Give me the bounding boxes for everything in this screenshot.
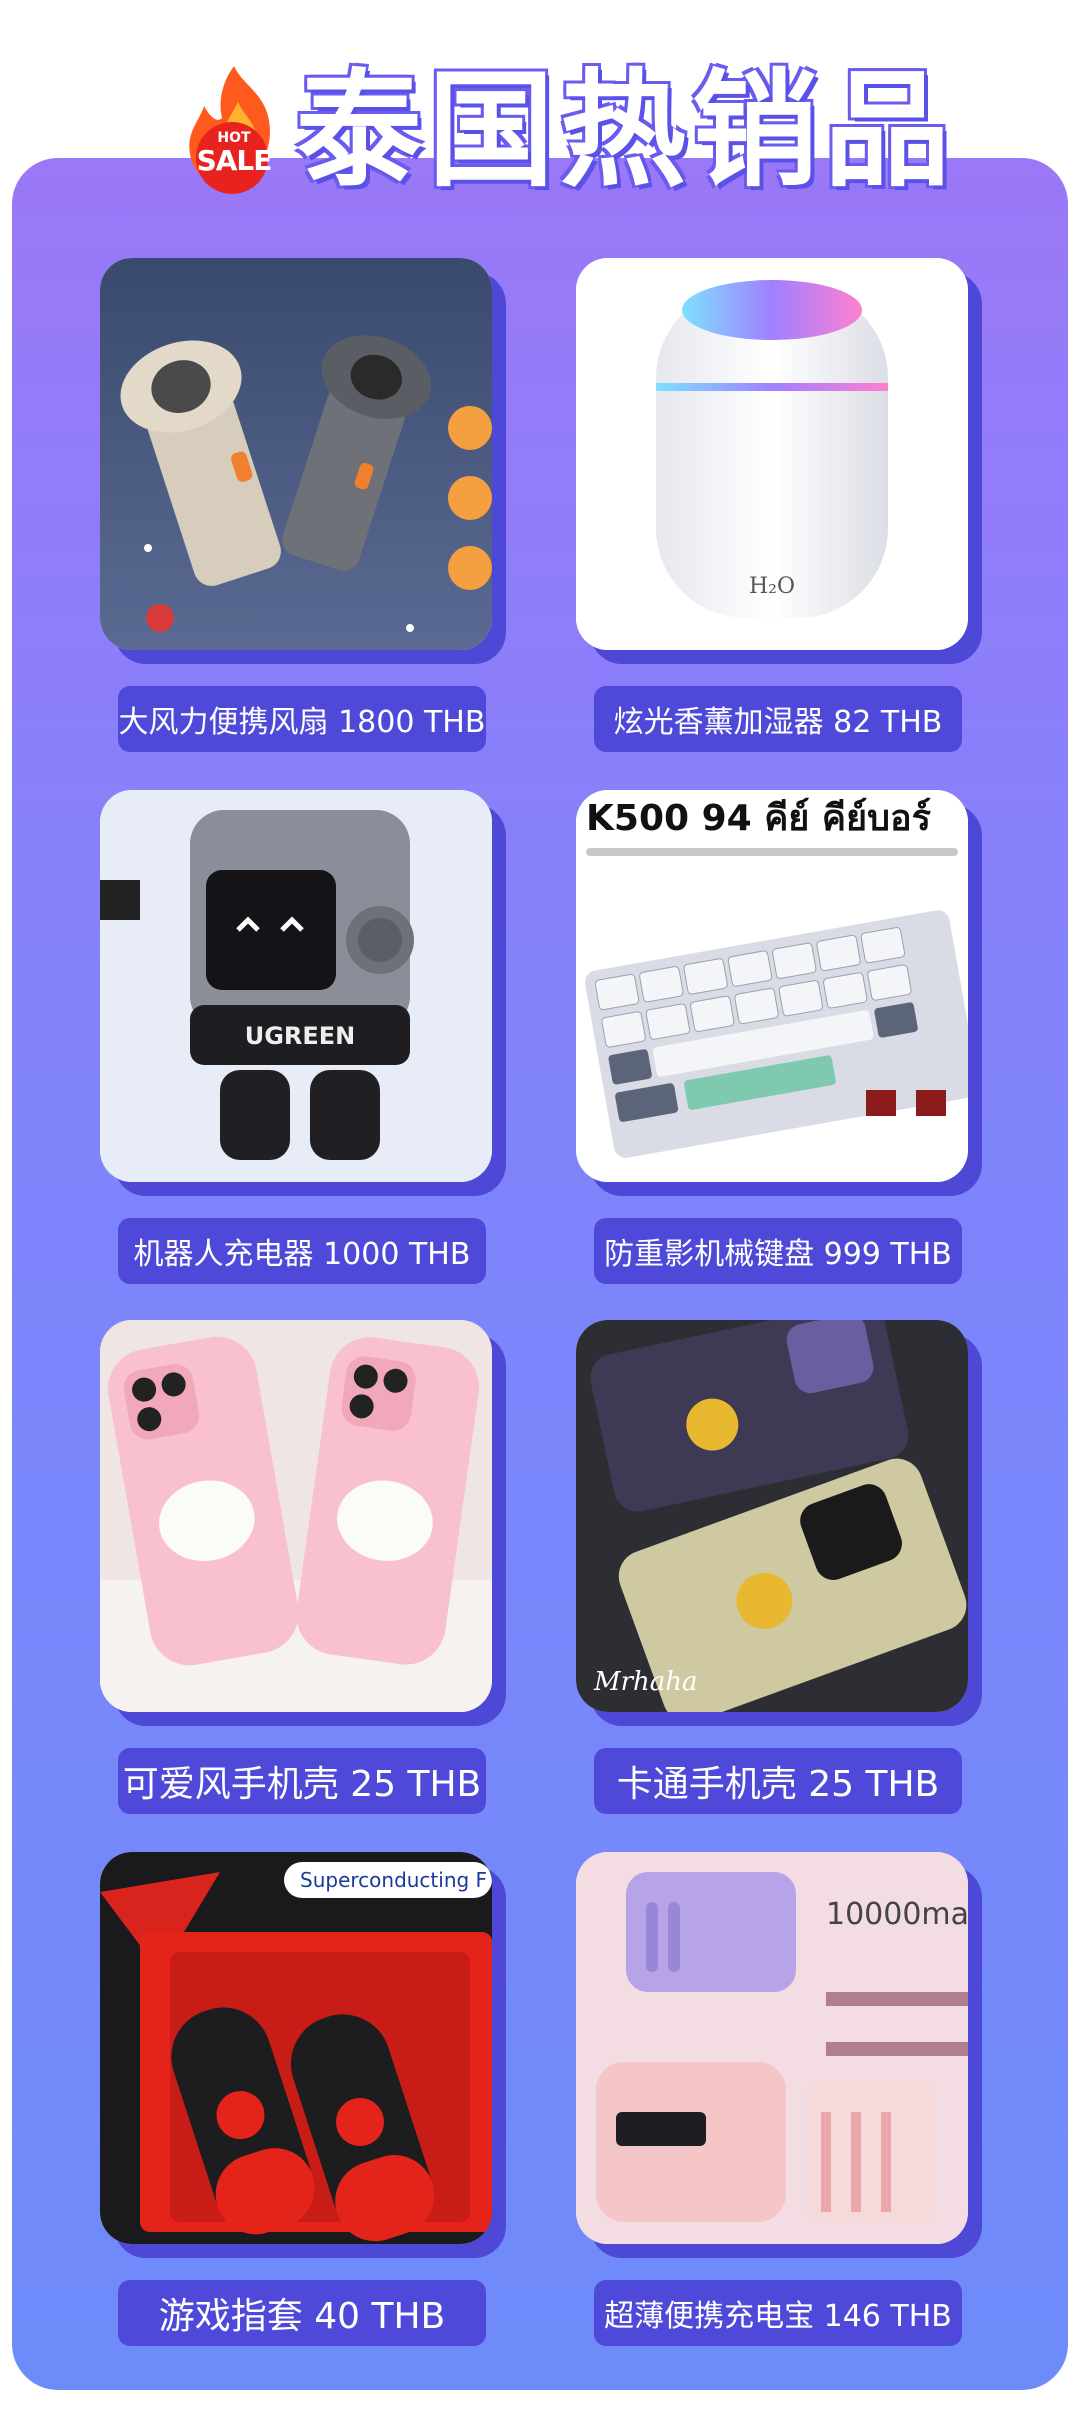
keyboard-image: K500 94 คีย์ คีย์บอร์ [576,790,968,1182]
header: HOT SALE 泰国热销品 [0,0,1080,220]
ugreen-logo-text: UGREEN [245,1022,356,1050]
page-title: 泰国热销品 [296,57,956,204]
product-label: 超薄便携充电宝 146 THB [594,2280,962,2346]
humidifier-image: H₂O [576,258,968,650]
product-label: 炫光香薰加湿器 82 THB [594,686,962,752]
hot-sale-flame-icon: HOT SALE [182,62,286,194]
product-label: 大风力便携风扇 1800 THB [118,686,486,752]
product-label: 游戏指套 40 THB [118,2280,486,2346]
mrhaha-brand-text: Mrhaha [593,1667,698,1697]
capacity-text: 10000ma [826,1897,968,1932]
robot-charger-image: UGREEN [100,790,492,1182]
product-label: 可爱风手机壳 25 THB [118,1748,486,1814]
humidifier-h2o-text: H₂O [749,574,795,599]
finger-sleeve-image: Superconducting F [100,1852,492,2244]
product-label: 防重影机械键盘 999 THB [594,1218,962,1284]
cartoon-phone-case-image: Mrhaha [576,1320,968,1712]
product-label: 卡通手机壳 25 THB [594,1748,962,1814]
handheld-fan-image [100,258,492,650]
keyboard-heading-text: K500 94 คีย์ คีย์บอร์ [586,797,932,839]
badge-sale-text: SALE [196,144,273,177]
product-label: 机器人充电器 1000 THB [118,1218,486,1284]
power-bank-image: 10000ma [576,1852,968,2244]
cute-phone-case-image [100,1320,492,1712]
superconducting-banner-text: Superconducting F [300,1868,487,1892]
